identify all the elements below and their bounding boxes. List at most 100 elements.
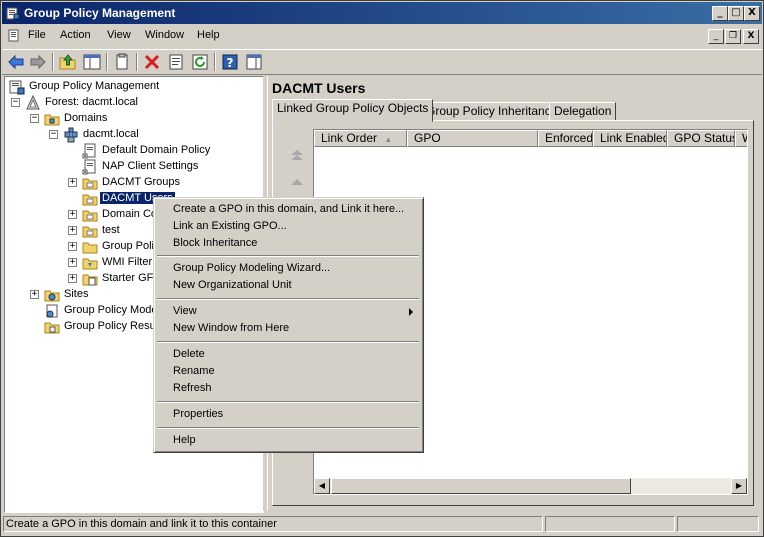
ctx-delete[interactable]: Delete: [157, 346, 419, 363]
col-header-gpo-status[interactable]: GPO Status: [667, 130, 735, 147]
menu-view[interactable]: View: [107, 29, 131, 41]
col-header-link-order[interactable]: Link Order ▲: [314, 130, 407, 147]
svg-text:?: ?: [227, 56, 234, 70]
maximize-button[interactable]: □: [728, 6, 744, 21]
ctx-new-window-from-here[interactable]: New Window from Here: [157, 320, 419, 337]
tab-delegation[interactable]: Delegation: [549, 102, 617, 121]
col-header-enforced[interactable]: Enforced: [538, 130, 593, 147]
ctx-block-inheritance[interactable]: Block Inheritance: [157, 235, 419, 252]
ou-folder-icon: [82, 194, 98, 206]
collapse-icon[interactable]: −: [30, 114, 39, 123]
context-menu: Create a GPO in this domain, and Link it…: [153, 197, 424, 453]
close-button[interactable]: X: [744, 6, 760, 21]
expand-icon[interactable]: +: [68, 210, 77, 219]
ctx-create-gpo-and-link[interactable]: Create a GPO in this domain, and Link it…: [157, 201, 419, 218]
expand-icon[interactable]: +: [68, 258, 77, 267]
status-text: Create a GPO in this domain and link it …: [3, 516, 543, 532]
menu-file[interactable]: File: [28, 29, 46, 41]
modeling-icon: [46, 304, 58, 318]
show-hide-tree-icon[interactable]: [82, 52, 102, 72]
up-folder-icon[interactable]: [58, 52, 78, 72]
ctx-item-label: Rename: [173, 365, 215, 377]
col-header-wmi-filter[interactable]: W: [735, 130, 747, 147]
scroll-left-icon[interactable]: ◀: [314, 478, 330, 494]
tree-node-label: test: [102, 224, 120, 236]
ctx-separator: [157, 427, 419, 429]
ctx-new-ou[interactable]: New Organizational Unit: [157, 277, 419, 294]
ctx-item-label: Group Policy Modeling Wizard...: [173, 262, 331, 274]
menu-help[interactable]: Help: [197, 29, 220, 41]
gpo-link-icon: [82, 143, 96, 159]
ctx-item-label: Block Inheritance: [173, 237, 258, 249]
move-to-top-icon[interactable]: [288, 148, 306, 162]
expand-icon[interactable]: +: [68, 242, 77, 251]
tab-strip: Linked Group Policy Objects Group Policy…: [272, 99, 752, 122]
col-header-label: Link Order: [321, 131, 378, 145]
scroll-thumb[interactable]: [331, 478, 631, 494]
collapse-icon[interactable]: −: [49, 130, 58, 139]
ctx-link-existing-gpo[interactable]: Link an Existing GPO...: [157, 218, 419, 235]
results-icon: [44, 322, 60, 334]
action-pane-icon[interactable]: [244, 52, 264, 72]
toolbar-separator: [106, 53, 108, 71]
tree-node-label: Group Policy Resu: [64, 320, 156, 332]
document-icon[interactable]: [8, 29, 20, 42]
mdi-restore-button[interactable]: ❐: [725, 29, 741, 44]
ctx-item-label: New Organizational Unit: [173, 279, 292, 291]
collapse-icon[interactable]: −: [11, 98, 20, 107]
gpo-folder-icon: [82, 242, 98, 254]
scroll-right-icon[interactable]: ▶: [731, 478, 747, 494]
back-icon[interactable]: [6, 52, 26, 72]
tree-node-label: Forest: dacmt.local: [45, 96, 138, 108]
gpm-app-icon: [6, 7, 20, 20]
menu-action[interactable]: Action: [60, 29, 91, 41]
col-header-gpo[interactable]: GPO: [407, 130, 538, 147]
window-title: Group Policy Management: [24, 6, 176, 20]
status-panel-3: [677, 516, 759, 532]
mdi-close-button[interactable]: X: [743, 29, 759, 44]
col-header-link-enabled[interactable]: Link Enabled: [593, 130, 667, 147]
ctx-gp-modeling-wizard[interactable]: Group Policy Modeling Wizard...: [157, 260, 419, 277]
ou-folder-icon: [82, 226, 98, 238]
menu-window[interactable]: Window: [145, 29, 184, 41]
tree-node-label: Starter GF: [102, 272, 154, 284]
title-bar[interactable]: Group Policy Management _ □ X: [2, 2, 762, 24]
domains-folder-icon: [44, 114, 60, 126]
starter-gpo-folder-icon: [82, 274, 98, 286]
status-panel-2: [545, 516, 675, 532]
move-up-icon[interactable]: [288, 176, 306, 190]
ctx-item-label: Properties: [173, 408, 224, 420]
submenu-arrow-icon: [409, 308, 413, 316]
expand-icon[interactable]: +: [30, 290, 39, 299]
tree-node-label: Group Poli: [102, 240, 154, 252]
delete-icon[interactable]: [142, 52, 162, 72]
forward-icon[interactable]: [28, 52, 48, 72]
tab-gp-inheritance[interactable]: Group Policy Inheritance: [421, 102, 563, 121]
domain-icon: [64, 127, 78, 143]
ctx-properties[interactable]: Properties: [157, 406, 419, 423]
minimize-button[interactable]: _: [712, 6, 728, 21]
properties-icon[interactable]: [166, 52, 186, 72]
expand-icon[interactable]: +: [68, 274, 77, 283]
ctx-separator: [157, 298, 419, 300]
mdi-minimize-button[interactable]: _: [708, 29, 724, 44]
tree-node-label: Default Domain Policy: [102, 144, 211, 156]
wmi-folder-icon: [82, 258, 98, 270]
ctx-item-label: View: [173, 305, 197, 317]
tree-node-label: Domains: [64, 112, 108, 124]
horizontal-scrollbar[interactable]: ◀ ▶: [314, 478, 747, 494]
ctx-view[interactable]: View: [157, 303, 419, 320]
copy-icon[interactable]: [112, 52, 132, 72]
refresh-icon[interactable]: [190, 52, 210, 72]
ctx-item-label: Help: [173, 434, 196, 446]
expand-icon[interactable]: +: [68, 226, 77, 235]
menu-bar: File Action View Window Help _ ❐ X: [2, 26, 762, 46]
tab-linked-gpos[interactable]: Linked Group Policy Objects: [272, 99, 434, 122]
expand-icon[interactable]: +: [68, 178, 77, 187]
help-icon[interactable]: ?: [220, 52, 240, 72]
ctx-rename[interactable]: Rename: [157, 363, 419, 380]
ctx-help[interactable]: Help: [157, 432, 419, 449]
sites-folder-icon: [44, 290, 60, 302]
tree-node-label: Group Policy Mode: [64, 304, 158, 316]
ctx-refresh[interactable]: Refresh: [157, 380, 419, 397]
